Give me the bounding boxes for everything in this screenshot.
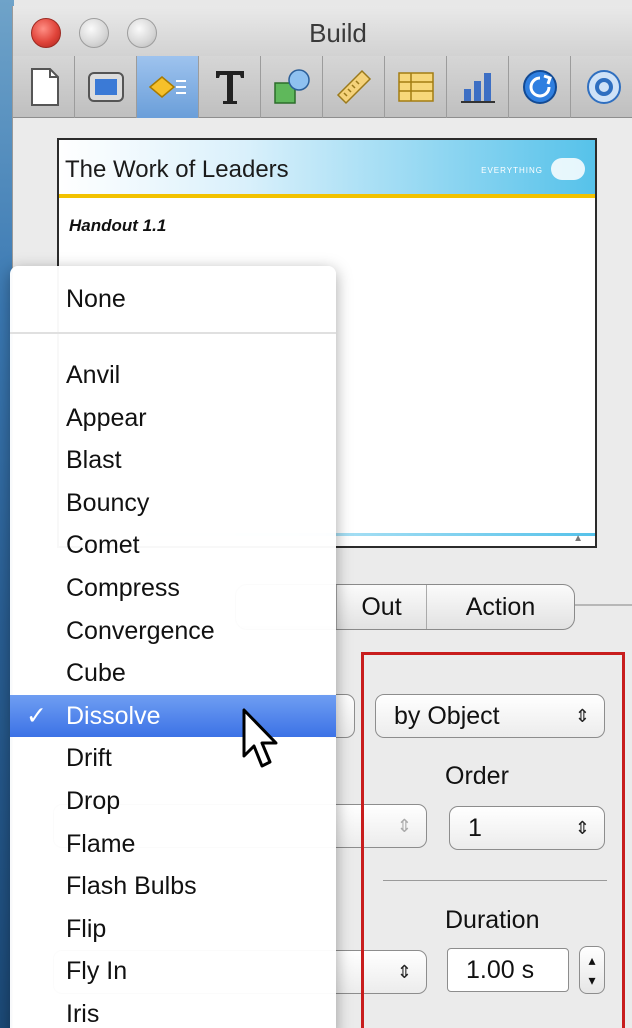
slide-corner-marker: ▲ bbox=[573, 533, 583, 544]
quicktime-icon bbox=[522, 70, 557, 104]
document-inspector-button[interactable] bbox=[13, 56, 75, 118]
menu-item-flame[interactable]: Flame bbox=[10, 823, 336, 865]
menu-item-fly-in[interactable]: Fly In bbox=[10, 950, 336, 992]
slide-subtitle: Handout 1.1 bbox=[69, 216, 167, 235]
menu-item-label: Cube bbox=[66, 659, 126, 688]
menu-item-compress[interactable]: Compress bbox=[10, 567, 336, 609]
table-inspector-button[interactable] bbox=[385, 56, 447, 118]
menu-item-label: Compress bbox=[66, 574, 180, 602]
menu-item-label: Iris bbox=[66, 1000, 100, 1028]
menu-item-label: Dissolve bbox=[66, 701, 161, 730]
links-icon bbox=[586, 70, 621, 104]
build-effect-menu: None Anvil Appear Blast Bouncy Comet Compress… bbox=[10, 266, 336, 1028]
menu-item-none[interactable]: None bbox=[10, 278, 336, 320]
shapes-icon bbox=[273, 69, 310, 104]
menu-item-flip[interactable]: Flip bbox=[10, 908, 336, 950]
menu-item-appear[interactable]: Appear bbox=[10, 397, 336, 439]
title-bar[interactable]: Build bbox=[13, 6, 632, 56]
slide-logo bbox=[551, 158, 585, 180]
chart-inspector-button[interactable] bbox=[447, 56, 509, 118]
menu-item-comet[interactable]: Comet bbox=[10, 524, 336, 566]
text-icon bbox=[215, 71, 244, 104]
menu-item-label: Flash Bulbs bbox=[66, 872, 197, 901]
table-icon bbox=[397, 72, 434, 102]
window-title: Build bbox=[309, 18, 367, 48]
menu-item-cube[interactable]: Cube bbox=[10, 652, 336, 694]
menu-item-bouncy[interactable]: Bouncy bbox=[10, 482, 336, 524]
ruler-icon bbox=[336, 69, 371, 105]
checkmark-icon: ✓ bbox=[26, 701, 47, 730]
menu-item-label: Bouncy bbox=[66, 488, 150, 517]
slide-logo-text: EVERYTHING bbox=[481, 166, 543, 175]
chart-icon bbox=[460, 73, 495, 103]
menu-item-convergence[interactable]: Convergence bbox=[10, 610, 336, 652]
menu-item-label: Drift bbox=[66, 744, 112, 773]
tab-build-out[interactable]: Out bbox=[336, 585, 426, 629]
inspector-toolbar bbox=[13, 56, 632, 118]
menu-item-label: Convergence bbox=[66, 616, 215, 645]
menu-item-label: Blast bbox=[66, 446, 122, 475]
graphic-inspector-button[interactable] bbox=[261, 56, 323, 118]
document-icon bbox=[30, 68, 59, 106]
slide-title: The Work of Leaders bbox=[65, 156, 289, 183]
tab-action[interactable]: Action bbox=[426, 585, 574, 629]
menu-item-flash-bulbs[interactable]: Flash Bulbs bbox=[10, 865, 336, 907]
build-diamond-icon bbox=[148, 76, 186, 98]
menu-item-blast[interactable]: Blast bbox=[10, 439, 336, 481]
metrics-inspector-button[interactable] bbox=[323, 56, 385, 118]
menu-item-label: Fly In bbox=[66, 957, 128, 986]
menu-item-label: Flip bbox=[66, 914, 107, 943]
text-inspector-button[interactable] bbox=[199, 56, 261, 118]
menu-item-label: Appear bbox=[66, 403, 147, 432]
menu-item-anvil[interactable]: Anvil bbox=[10, 354, 336, 396]
menu-item-drop[interactable]: Drop bbox=[10, 780, 336, 822]
menu-item-label: Drop bbox=[66, 787, 121, 815]
highlight-annotation-box bbox=[361, 652, 625, 1028]
mouse-pointer-icon bbox=[242, 708, 278, 768]
hyperlink-inspector-button[interactable] bbox=[571, 56, 632, 118]
quicktime-inspector-button[interactable] bbox=[509, 56, 571, 118]
menu-item-label: Comet bbox=[66, 531, 140, 560]
menu-item-label: Anvil bbox=[66, 361, 121, 389]
tabs-divider-line bbox=[573, 604, 632, 606]
menu-item-iris[interactable]: Iris bbox=[10, 993, 336, 1028]
slide-header-band: The Work of Leaders EVERYTHING bbox=[59, 140, 595, 198]
menu-separator bbox=[10, 332, 336, 334]
build-inspector-button[interactable] bbox=[137, 56, 199, 118]
menu-item-label: Flame bbox=[66, 829, 136, 858]
slide-icon bbox=[87, 72, 124, 102]
slide-inspector-button[interactable] bbox=[75, 56, 137, 118]
